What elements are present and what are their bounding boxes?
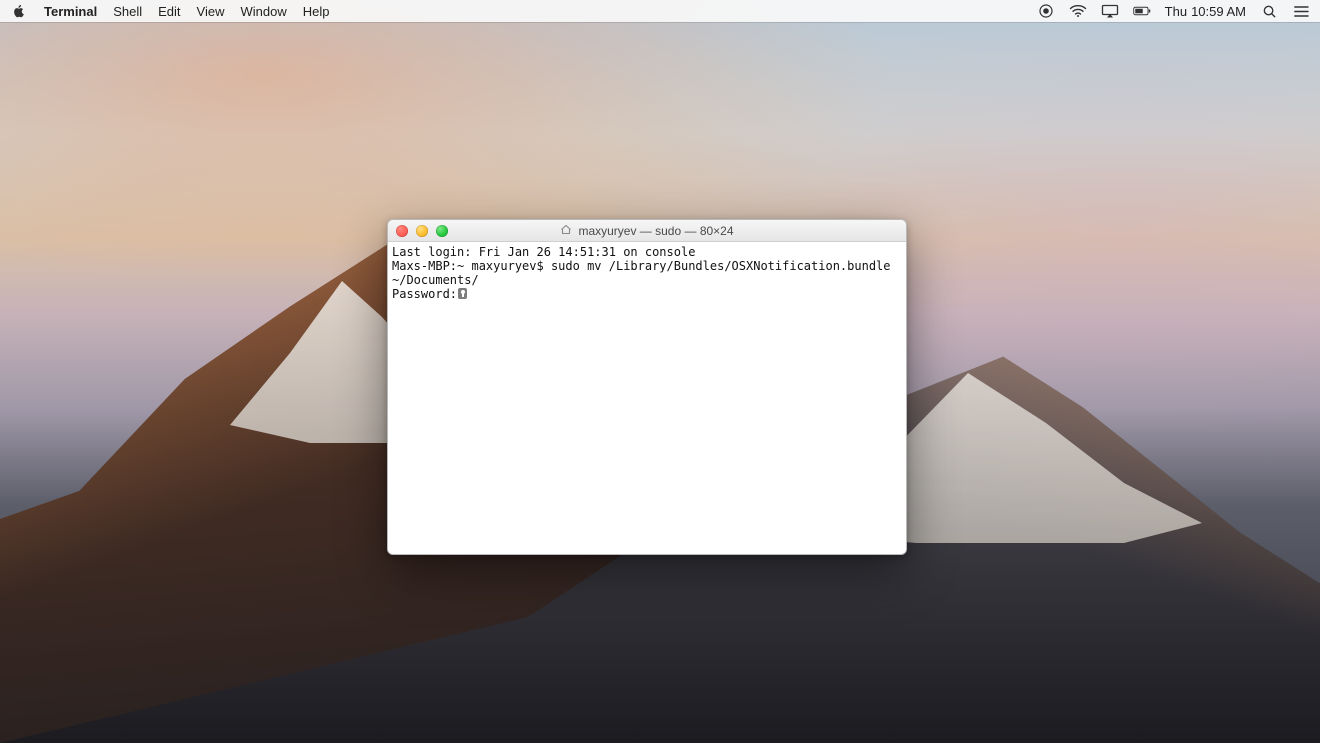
window-title: maxyuryev — sudo — 80×24 — [578, 224, 733, 238]
apple-menu-icon[interactable] — [10, 2, 28, 20]
notification-center-icon[interactable] — [1292, 2, 1310, 20]
window-titlebar[interactable]: maxyuryev — sudo — 80×24 — [388, 220, 906, 242]
spotlight-icon[interactable] — [1260, 2, 1278, 20]
menubar-item-help[interactable]: Help — [303, 4, 330, 19]
wifi-icon[interactable] — [1069, 2, 1087, 20]
window-minimize-button[interactable] — [416, 225, 428, 237]
desktop: Terminal Shell Edit View Window Help Thu… — [0, 0, 1320, 743]
airplay-icon[interactable] — [1101, 2, 1119, 20]
menubar-clock-time[interactable]: 10:59 AM — [1191, 4, 1246, 19]
terminal-window[interactable]: maxyuryev — sudo — 80×24 Last login: Fri… — [387, 219, 907, 555]
menubar-item-window[interactable]: Window — [241, 4, 287, 19]
battery-icon[interactable] — [1133, 2, 1151, 20]
window-close-button[interactable] — [396, 225, 408, 237]
menubar-item-view[interactable]: View — [197, 4, 225, 19]
terminal-line-1: Maxs-MBP:~ maxyuryev$ sudo mv /Library/B… — [392, 259, 898, 287]
home-folder-icon — [560, 224, 572, 238]
password-key-icon — [458, 288, 467, 299]
menubar-clock-day[interactable]: Thu — [1165, 4, 1187, 19]
terminal-content[interactable]: Last login: Fri Jan 26 14:51:31 on conso… — [388, 242, 906, 554]
menubar-item-edit[interactable]: Edit — [158, 4, 180, 19]
menubar: Terminal Shell Edit View Window Help Thu… — [0, 0, 1320, 22]
window-zoom-button[interactable] — [436, 225, 448, 237]
terminal-line-0: Last login: Fri Jan 26 14:51:31 on conso… — [392, 245, 695, 259]
terminal-line-2: Password: — [392, 287, 457, 301]
menubar-item-shell[interactable]: Shell — [113, 4, 142, 19]
menubar-app-name[interactable]: Terminal — [44, 4, 97, 19]
screen-record-icon[interactable] — [1037, 2, 1055, 20]
